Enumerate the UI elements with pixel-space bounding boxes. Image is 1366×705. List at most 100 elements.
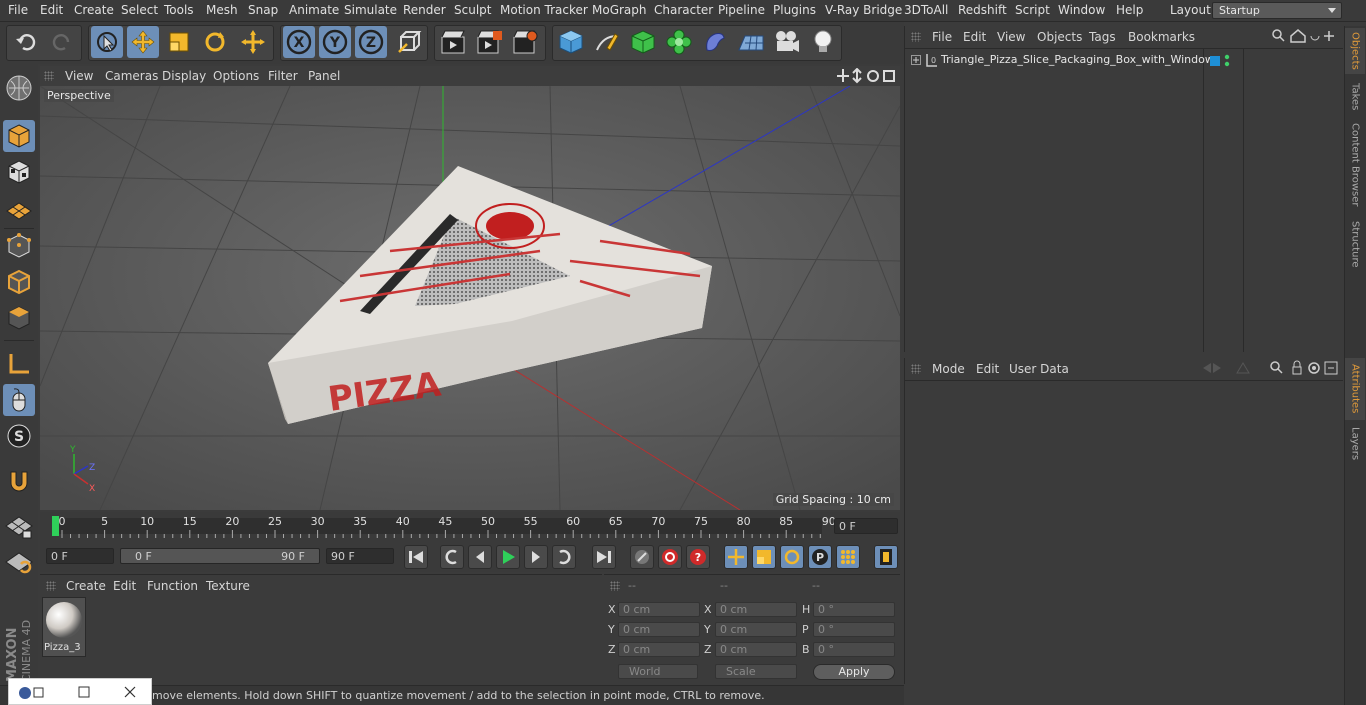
rotate-tool-button[interactable]: [199, 26, 231, 58]
play-button[interactable]: [496, 545, 520, 569]
viewport-scene[interactable]: PIZZA Y Z X: [40, 86, 900, 510]
keyframe-selection-button[interactable]: ?: [686, 545, 710, 569]
pos-y-field[interactable]: 0 cm: [618, 622, 700, 637]
viewport-menu-filter[interactable]: Filter: [268, 69, 298, 83]
layer-color-tag[interactable]: [1210, 56, 1220, 66]
record-keys-button[interactable]: [630, 545, 654, 569]
edges-mode-button[interactable]: [3, 266, 35, 298]
pos-z-field[interactable]: 0 cm: [618, 642, 700, 657]
render-view-button[interactable]: [437, 26, 469, 58]
material-menu-function[interactable]: Function: [147, 579, 198, 593]
key-scale-button[interactable]: [752, 545, 776, 569]
panel-grip[interactable]: [44, 71, 54, 81]
panel-grip[interactable]: [610, 581, 620, 591]
transform-tool-button[interactable]: [237, 26, 269, 58]
rot-h-field[interactable]: 0 °: [813, 602, 895, 617]
timeline-window-button[interactable]: [874, 545, 898, 569]
live-select-button[interactable]: [91, 26, 123, 58]
expand-plus-icon[interactable]: [911, 55, 921, 65]
magnet-button[interactable]: [3, 466, 35, 498]
object-row[interactable]: 0 Triangle_Pizza_Slice_Packaging_Box_wit…: [909, 52, 1214, 70]
planar-snap-button[interactable]: [3, 546, 35, 578]
end-frame-field[interactable]: 90 F: [326, 548, 394, 564]
objects-menu-file[interactable]: File: [932, 30, 952, 44]
menu-redshift[interactable]: Redshift: [958, 3, 1007, 17]
menu-character[interactable]: Character: [654, 3, 713, 17]
workplane-mode-button[interactable]: [3, 192, 35, 224]
material-menu-texture[interactable]: Texture: [206, 579, 250, 593]
key-pla-button[interactable]: [836, 545, 860, 569]
material-swatch[interactable]: Pizza_3: [42, 597, 86, 657]
cube-primitive-button[interactable]: [555, 26, 587, 58]
layout-select[interactable]: Startup: [1212, 2, 1342, 19]
go-to-end-button[interactable]: [592, 545, 616, 569]
objects-menu-edit[interactable]: Edit: [963, 30, 986, 44]
texture-mode-button[interactable]: [3, 156, 35, 188]
menu-simulate[interactable]: Simulate: [344, 3, 397, 17]
material-menu-create[interactable]: Create: [66, 579, 106, 593]
light-button[interactable]: [807, 26, 839, 58]
menu-script[interactable]: Script: [1015, 3, 1050, 17]
go-to-start-button[interactable]: [404, 545, 428, 569]
tab-attributes[interactable]: Attributes: [1345, 358, 1365, 420]
x-axis-lock-button[interactable]: X: [283, 26, 315, 58]
axis-mode-button[interactable]: [3, 348, 35, 380]
render-settings-button[interactable]: [509, 26, 541, 58]
material-menu-edit[interactable]: Edit: [113, 579, 136, 593]
undo-button[interactable]: [10, 26, 42, 58]
points-mode-button[interactable]: [3, 230, 35, 262]
viewport-menu-view[interactable]: View: [65, 69, 93, 83]
next-frame-button[interactable]: [524, 545, 548, 569]
objects-menu-view[interactable]: View: [997, 30, 1025, 44]
viewport-menu-cameras[interactable]: Cameras: [105, 69, 158, 83]
objects-menu-tags[interactable]: Tags: [1089, 30, 1116, 44]
panel-grip[interactable]: [911, 32, 921, 42]
menu-mograph[interactable]: MoGraph: [592, 3, 647, 17]
perspective-viewport[interactable]: PIZZA Y Z X Perspective Grid Spacing : 1…: [40, 86, 900, 510]
attributes-menu-user-data[interactable]: User Data: [1009, 362, 1069, 376]
polygons-mode-button[interactable]: [3, 302, 35, 334]
objects-menu-bookmarks[interactable]: Bookmarks: [1128, 30, 1195, 44]
visibility-dots-icon[interactable]: [1223, 54, 1231, 68]
menu-vray-bridge[interactable]: V-Ray Bridge: [825, 3, 902, 17]
redo-button[interactable]: [46, 26, 78, 58]
size-mode-select[interactable]: Scale: [715, 664, 797, 679]
deformer-button[interactable]: [699, 26, 731, 58]
attribute-manager-tools[interactable]: [1201, 360, 1341, 376]
menu-tools[interactable]: Tools: [164, 3, 194, 17]
close-icon[interactable]: [123, 685, 137, 699]
spline-pen-button[interactable]: [591, 26, 623, 58]
size-z-field[interactable]: 0 cm: [715, 642, 797, 657]
cloner-button[interactable]: [663, 26, 695, 58]
key-parameter-button[interactable]: P: [808, 545, 832, 569]
viewport-menu-display[interactable]: Display: [162, 69, 206, 83]
current-frame-field[interactable]: 0 F: [834, 518, 898, 534]
attributes-menu-mode[interactable]: Mode: [932, 362, 965, 376]
menu-plugins[interactable]: Plugins: [773, 3, 816, 17]
move-tool-button[interactable]: [127, 26, 159, 58]
camera-button[interactable]: [771, 26, 803, 58]
panel-grip[interactable]: [911, 364, 921, 374]
previous-key-button[interactable]: [440, 545, 464, 569]
coordinate-space-select[interactable]: World: [618, 664, 698, 679]
y-axis-lock-button[interactable]: Y: [319, 26, 351, 58]
subdivision-surface-button[interactable]: [627, 26, 659, 58]
snapping-button[interactable]: S: [3, 420, 35, 452]
menu-animate[interactable]: Animate: [289, 3, 339, 17]
workplane-lock-button[interactable]: [3, 510, 35, 542]
tab-structure[interactable]: Structure: [1345, 216, 1365, 272]
key-position-button[interactable]: [724, 545, 748, 569]
next-key-button[interactable]: [552, 545, 576, 569]
menu-3dtoall[interactable]: 3DToAll: [904, 3, 948, 17]
frame-range-slider[interactable]: 0 F 90 F: [120, 548, 320, 564]
scale-tool-button[interactable]: [163, 26, 195, 58]
apply-button[interactable]: Apply: [813, 664, 895, 680]
size-x-field[interactable]: 0 cm: [715, 602, 797, 617]
start-frame-field[interactable]: 0 F: [46, 548, 114, 564]
floor-button[interactable]: [735, 26, 767, 58]
timeline-ruler[interactable]: 0 5 10 15 20 25 30 35 40 45 50 55 60 65 70 75 80 85 90 0 F: [40, 512, 900, 542]
make-editable-button[interactable]: [3, 72, 35, 104]
menu-motion-tracker[interactable]: Motion Tracker: [500, 3, 588, 17]
viewport-nav-icons[interactable]: [836, 68, 898, 84]
maximize-icon[interactable]: [77, 685, 91, 699]
